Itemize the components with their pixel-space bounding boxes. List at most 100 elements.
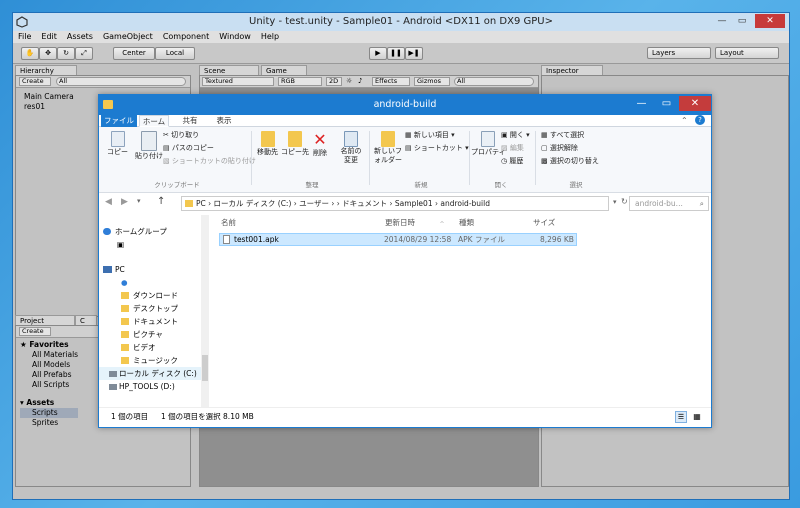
search-input[interactable]: android-bu... ⌕ — [629, 196, 709, 211]
textured-dropdown[interactable]: Textured — [202, 77, 274, 86]
tab-view[interactable]: 表示 — [209, 115, 239, 127]
audio-icon[interactable]: ♪ — [358, 77, 362, 85]
edit-button[interactable]: ▨ 編集 — [501, 143, 524, 153]
folder-sprites[interactable]: Sprites — [20, 418, 78, 428]
ribbon-collapse-icon[interactable]: ⌃ — [681, 116, 688, 125]
nav-pc[interactable]: PC — [99, 263, 208, 276]
menu-edit[interactable]: Edit — [41, 31, 57, 43]
cut-button[interactable]: ✂ 切り取り — [163, 130, 199, 140]
move-to-button[interactable]: 移動先 — [257, 131, 278, 157]
nav-local-disk-c[interactable]: ローカル ディスク (C:) — [99, 367, 208, 380]
play-icon[interactable]: ▶ — [369, 47, 387, 60]
paste-label: 貼り付け — [135, 152, 163, 160]
explorer-maximize-icon[interactable]: ▭ — [654, 96, 679, 111]
assets-folder[interactable]: ▾ Assets — [20, 398, 78, 408]
menu-gameobject[interactable]: GameObject — [103, 31, 153, 43]
help-icon[interactable]: ? — [695, 115, 705, 125]
invert-selection-button[interactable]: ▩ 選択の切り替え — [541, 156, 599, 166]
easy-access-button[interactable]: ▤ ショートカット ▾ — [405, 143, 469, 153]
hierarchy-create-button[interactable]: Create — [19, 77, 51, 86]
explorer-close-icon[interactable]: ✕ — [679, 96, 711, 111]
select-all-button[interactable]: ▦ すべて選択 — [541, 130, 584, 140]
gizmos-dropdown[interactable]: Gizmos — [414, 77, 450, 86]
nav-scrollbar[interactable] — [201, 215, 209, 407]
2d-toggle[interactable]: 2D — [326, 77, 342, 86]
tab-home[interactable]: ホーム — [139, 115, 169, 127]
pivot-local-button[interactable]: Local — [155, 47, 195, 60]
layers-dropdown[interactable]: Layers — [647, 47, 711, 59]
nav-desktop[interactable]: デスクトップ — [99, 302, 208, 315]
nav-downloads[interactable]: ダウンロード — [99, 289, 208, 302]
open-label: 開く — [509, 131, 524, 139]
hierarchy-search-input[interactable]: All — [56, 77, 186, 86]
table-row[interactable]: test001.apk 2014/08/29 12:58 APK ファイル 8,… — [219, 233, 577, 246]
tab-file[interactable]: ファイル — [101, 115, 137, 127]
copy-to-button[interactable]: コピー先 — [281, 131, 309, 157]
hierarchy-list: Main Camera res01 — [24, 92, 74, 112]
new-item-button[interactable]: ▦ 新しい項目 ▾ — [405, 130, 455, 140]
nav-hp-tools[interactable]: HP_TOOLS (D:) — [99, 380, 208, 393]
hierarchy-item-main-camera[interactable]: Main Camera — [24, 92, 74, 102]
minimize-icon[interactable]: — — [713, 14, 731, 28]
tab-share[interactable]: 共有 — [175, 115, 205, 127]
hand-tool-icon[interactable]: ✋ — [21, 47, 39, 60]
details-view-icon[interactable]: ☰ — [675, 411, 687, 423]
move-tool-icon[interactable]: ✥ — [39, 47, 57, 60]
explorer-minimize-icon[interactable]: — — [629, 96, 654, 111]
refresh-icon[interactable]: ↻ — [621, 197, 628, 206]
paste-shortcut-button[interactable]: ▧ ショートカットの貼り付け — [163, 156, 256, 166]
pictures-folder-icon — [121, 331, 129, 338]
fav-all-scripts[interactable]: All Scripts — [20, 380, 78, 390]
paste-button[interactable]: 貼り付け — [135, 131, 163, 161]
history-button[interactable]: ◷ 履歴 — [501, 156, 523, 166]
rename-button[interactable]: 名前の変更 — [339, 131, 363, 165]
properties-icon — [481, 131, 496, 147]
hierarchy-item-res01[interactable]: res01 — [24, 102, 74, 112]
folder-scripts[interactable]: Scripts — [20, 408, 79, 418]
menu-assets[interactable]: Assets — [67, 31, 93, 43]
nav-music[interactable]: ミュージック — [99, 354, 208, 367]
new-folder-button[interactable]: 新しいフォルダー — [373, 131, 403, 165]
menu-help[interactable]: Help — [261, 31, 279, 43]
menu-file[interactable]: File — [18, 31, 31, 43]
nav-homegroup[interactable]: ホームグループ — [99, 225, 208, 238]
menu-window[interactable]: Window — [219, 31, 251, 43]
project-create-button[interactable]: Create — [19, 327, 51, 336]
layout-dropdown[interactable]: Layout — [715, 47, 779, 59]
forward-icon[interactable]: ▶ — [121, 197, 128, 207]
user-avatar-icon[interactable]: ▣ — [99, 238, 208, 251]
pause-icon[interactable]: ❚❚ — [387, 47, 405, 60]
up-icon[interactable]: ↑ — [157, 196, 165, 207]
light-icon[interactable]: ☼ — [346, 77, 352, 85]
select-none-button[interactable]: ▢ 選択解除 — [541, 143, 578, 153]
rgb-dropdown[interactable]: RGB — [278, 77, 322, 86]
nav-videos[interactable]: ビデオ — [99, 341, 208, 354]
homegroup-icon — [103, 228, 111, 235]
network-icon[interactable]: ● — [99, 276, 208, 289]
pivot-center-button[interactable]: Center — [113, 47, 155, 60]
fav-all-models[interactable]: All Models — [20, 360, 78, 370]
fav-all-prefabs[interactable]: All Prefabs — [20, 370, 78, 380]
step-icon[interactable]: ▶❚ — [405, 47, 423, 60]
maximize-icon[interactable]: ▭ — [733, 14, 751, 28]
large-icons-view-icon[interactable]: ▦ — [691, 411, 703, 423]
nav-documents[interactable]: ドキュメント — [99, 315, 208, 328]
nav-pictures[interactable]: ピクチャ — [99, 328, 208, 341]
scale-tool-icon[interactable]: ⤢ — [75, 47, 93, 60]
address-bar[interactable]: PC › ローカル ディスク (C:) › ユーザー › › ドキュメント › … — [181, 196, 609, 211]
copy-button[interactable]: コピー — [107, 131, 128, 157]
open-button[interactable]: ▣ 開く ▾ — [501, 130, 530, 140]
scene-search-input[interactable]: All — [454, 77, 534, 86]
menu-component[interactable]: Component — [163, 31, 209, 43]
close-icon[interactable]: ✕ — [755, 14, 785, 28]
copy-path-button[interactable]: ▤ パスのコピー — [163, 143, 214, 153]
favorites-label[interactable]: ★ Favorites — [20, 340, 78, 350]
back-icon[interactable]: ◀ — [105, 197, 112, 207]
scrollbar-thumb[interactable] — [202, 355, 208, 381]
address-dropdown-icon[interactable]: ▾ — [613, 198, 617, 206]
recent-locations-icon[interactable]: ▾ — [137, 197, 141, 205]
delete-button[interactable]: ✕ 削除 — [313, 131, 327, 158]
fav-all-materials[interactable]: All Materials — [20, 350, 78, 360]
rotate-tool-icon[interactable]: ↻ — [57, 47, 75, 60]
effects-dropdown[interactable]: Effects — [372, 77, 410, 86]
